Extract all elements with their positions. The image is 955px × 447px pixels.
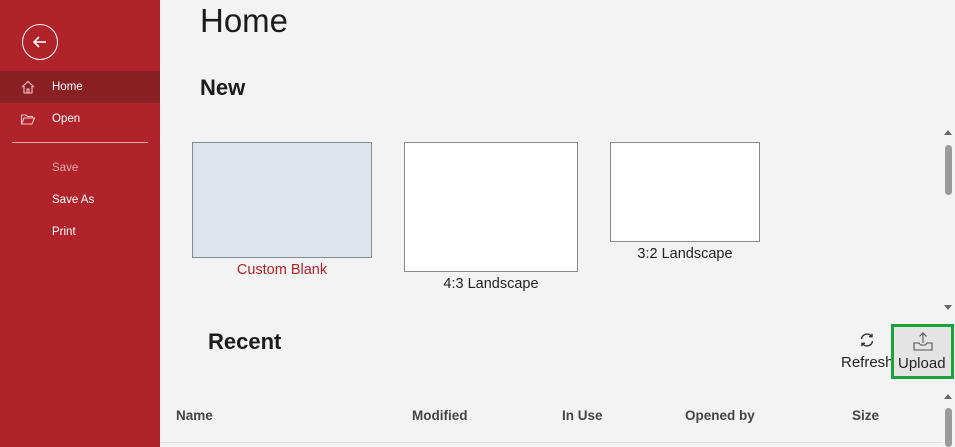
template-label: 4:3 Landscape (443, 276, 539, 292)
main-panel: Home New Custom Blank 4:3 Landscape 3:2 … (160, 0, 955, 447)
column-header-opened-by[interactable]: Opened by (685, 408, 755, 423)
sidebar-item-label: Open (52, 113, 81, 125)
sidebar-item-save-as[interactable]: Save As (0, 184, 160, 216)
column-header-name[interactable]: Name (176, 408, 213, 423)
folder-open-icon (20, 114, 36, 125)
sidebar-item-print[interactable]: Print (0, 216, 160, 248)
scroll-down-icon[interactable] (944, 305, 952, 310)
template-label: Custom Blank (236, 262, 328, 278)
sidebar-item-label: Save As (52, 194, 95, 206)
back-arrow-icon (32, 36, 46, 48)
column-header-size[interactable]: Size (852, 408, 879, 423)
column-header-modified[interactable]: Modified (412, 408, 468, 423)
page-title: Home (200, 2, 289, 39)
template-thumbnail (610, 142, 760, 242)
template-thumbnail (404, 142, 578, 272)
sidebar-divider (12, 142, 148, 143)
upload-button[interactable]: Upload (891, 324, 954, 379)
scroll-up-icon[interactable] (944, 394, 952, 399)
sidebar-item-open[interactable]: Open (0, 103, 160, 135)
refresh-label: Refresh (841, 354, 894, 371)
template-custom-blank[interactable]: Custom Blank (192, 142, 372, 282)
sidebar-item-save[interactable]: Save (0, 152, 160, 184)
refresh-icon (860, 333, 874, 347)
back-button[interactable] (22, 24, 58, 60)
sidebar-item-label: Home (52, 81, 83, 93)
template-4-3-landscape[interactable]: 4:3 Landscape (404, 142, 578, 296)
table-divider (160, 442, 942, 443)
template-3-2-landscape[interactable]: 3:2 Landscape (610, 142, 760, 266)
sidebar-item-home[interactable]: Home (0, 71, 160, 103)
upload-icon (913, 332, 933, 351)
new-section-title: New (200, 75, 246, 100)
upload-label: Upload (898, 355, 946, 372)
refresh-button[interactable]: Refresh (840, 328, 894, 376)
scrollbar-thumb[interactable] (945, 408, 952, 447)
templates-scrollbar[interactable] (942, 125, 955, 315)
template-thumbnail (192, 142, 372, 258)
scrollbar-thumb[interactable] (945, 145, 952, 195)
recent-scrollbar[interactable] (942, 390, 955, 447)
home-icon (21, 80, 35, 94)
template-label: 3:2 Landscape (637, 246, 733, 262)
sidebar: Home Open Save Save As Print (0, 0, 160, 447)
column-header-in-use[interactable]: In Use (562, 408, 603, 423)
scroll-up-icon[interactable] (944, 130, 952, 135)
recent-section-title: Recent (208, 329, 282, 354)
sidebar-item-label: Save (52, 162, 79, 174)
sidebar-item-label: Print (52, 226, 76, 238)
